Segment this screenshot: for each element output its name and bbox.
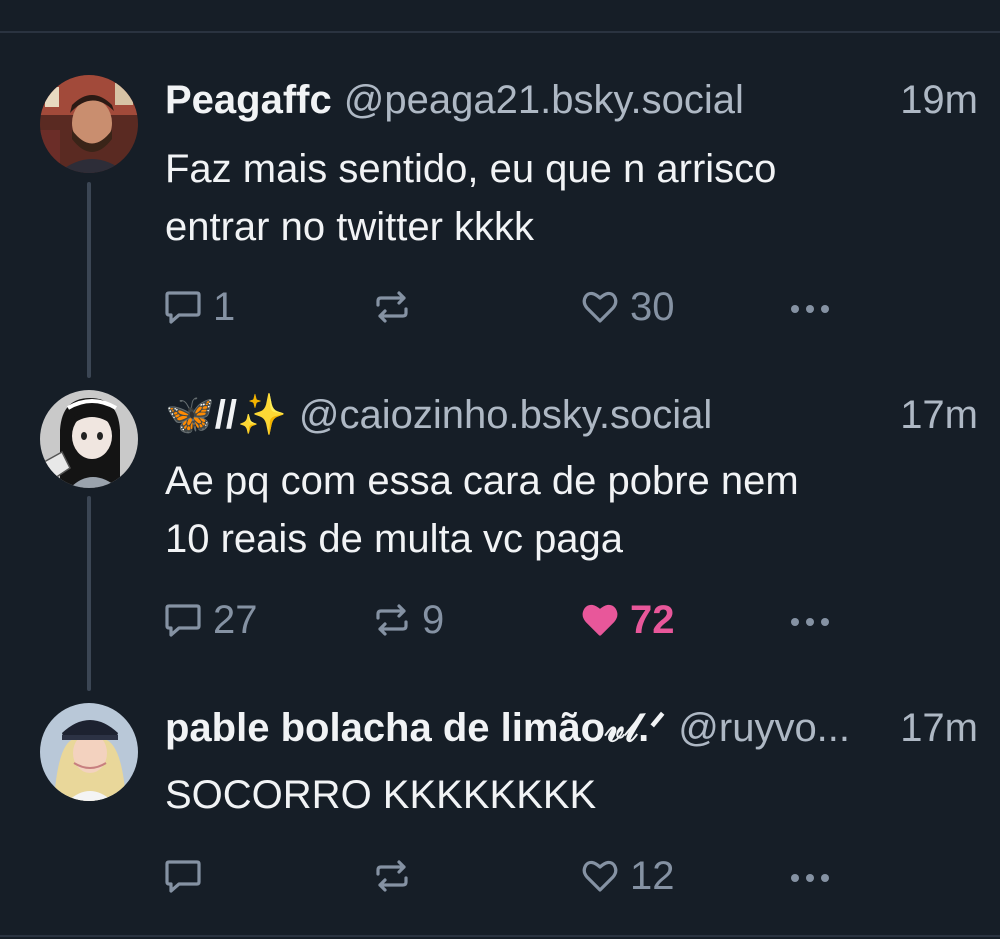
avatar[interactable] bbox=[40, 75, 138, 173]
post-actions: 1 30 bbox=[0, 282, 1000, 332]
post[interactable]: 🦋//✨ @caiozinho.bsky.social 17m Ae pq com… bbox=[0, 390, 1000, 660]
heart-filled-icon bbox=[582, 604, 618, 636]
speech-bubble-icon bbox=[165, 291, 201, 324]
post-text-line: SOCORRO KKKKKKKK bbox=[165, 773, 597, 817]
display-name[interactable]: Peagaffc bbox=[165, 78, 332, 122]
reply-button[interactable] bbox=[163, 851, 213, 901]
post-actions: 12 bbox=[0, 851, 1000, 901]
more-options-button[interactable] bbox=[787, 282, 833, 332]
reply-count: 27 bbox=[213, 598, 258, 642]
avatar-photo-icon bbox=[40, 703, 138, 801]
display-name[interactable]: 🦋//✨ bbox=[165, 393, 287, 437]
repost-count: 9 bbox=[422, 598, 445, 642]
avatar[interactable] bbox=[40, 390, 138, 488]
handle[interactable]: @peaga21.bsky.social bbox=[344, 78, 744, 122]
post-header: Peagaffc @peaga21.bsky.social bbox=[165, 75, 980, 125]
ellipsis-icon bbox=[791, 618, 829, 626]
repost-button[interactable] bbox=[372, 282, 422, 332]
avatar[interactable] bbox=[40, 703, 138, 801]
post-text-line: Faz mais sentido, eu que n arrisco bbox=[165, 147, 777, 191]
like-button[interactable]: 12 bbox=[580, 851, 675, 901]
reply-button[interactable]: 27 bbox=[163, 595, 258, 645]
handle[interactable]: @caiozinho.bsky.social bbox=[299, 393, 712, 437]
avatar-anime-icon bbox=[40, 390, 138, 488]
post-actions: 27 9 72 bbox=[0, 595, 1000, 645]
like-count: 72 bbox=[630, 598, 675, 642]
speech-bubble-icon bbox=[165, 604, 201, 637]
speech-bubble-icon bbox=[165, 860, 201, 893]
timestamp[interactable]: 17m bbox=[900, 703, 978, 753]
like-count: 12 bbox=[630, 854, 675, 898]
repost-arrows-icon bbox=[376, 291, 408, 323]
repost-button[interactable]: 9 bbox=[372, 595, 444, 645]
heart-icon bbox=[582, 291, 618, 323]
more-options-button[interactable] bbox=[787, 851, 833, 901]
post-text-line: 10 reais de multa vc paga bbox=[165, 517, 624, 561]
post[interactable]: pable bolacha de limão𝓋𝓁.ᐟ @ruyvo... 17m … bbox=[0, 703, 1000, 903]
post-text: SOCORRO KKKKKKKK bbox=[165, 766, 955, 824]
reply-button[interactable]: 1 bbox=[163, 282, 235, 332]
bottom-divider bbox=[0, 935, 1000, 937]
ellipsis-icon bbox=[791, 305, 829, 313]
display-name[interactable]: pable bolacha de limão𝓋𝓁.ᐟ bbox=[165, 706, 666, 750]
like-button[interactable]: 30 bbox=[580, 282, 675, 332]
post-text: Faz mais sentido, eu que n arrisco entra… bbox=[165, 140, 955, 256]
avatar-photo-icon bbox=[40, 75, 138, 173]
reply-count: 1 bbox=[213, 285, 236, 329]
repost-arrows-icon bbox=[376, 860, 408, 892]
repost-button[interactable] bbox=[372, 851, 422, 901]
like-count: 30 bbox=[630, 285, 675, 329]
post-text-line: Ae pq com essa cara de pobre nem bbox=[165, 459, 799, 503]
post-text-line: entrar no twitter kkkk bbox=[165, 205, 535, 249]
timestamp[interactable]: 19m bbox=[900, 75, 978, 125]
top-divider bbox=[0, 31, 1000, 33]
post-header: 🦋//✨ @caiozinho.bsky.social bbox=[165, 390, 980, 440]
timestamp[interactable]: 17m bbox=[900, 390, 978, 440]
post[interactable]: Peagaffc @peaga21.bsky.social 19m Faz mai… bbox=[0, 75, 1000, 345]
post-text: Ae pq com essa cara de pobre nem 10 reai… bbox=[165, 452, 955, 568]
repost-arrows-icon bbox=[376, 604, 408, 636]
heart-icon bbox=[582, 860, 618, 892]
post-header: pable bolacha de limão𝓋𝓁.ᐟ @ruyvo... bbox=[165, 703, 885, 753]
like-button[interactable]: 72 bbox=[580, 595, 675, 645]
ellipsis-icon bbox=[791, 874, 829, 882]
handle[interactable]: @ruyvo... bbox=[678, 706, 850, 750]
more-options-button[interactable] bbox=[787, 595, 833, 645]
